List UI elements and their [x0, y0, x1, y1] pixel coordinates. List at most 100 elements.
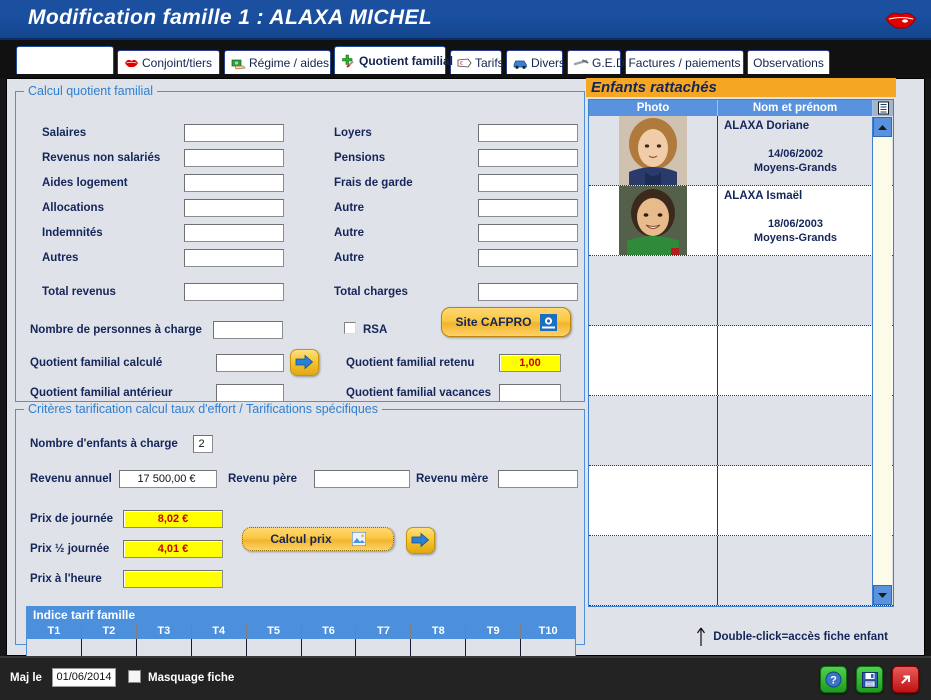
tab-ged[interactable]: G.E.D. [567, 50, 628, 74]
input-autres[interactable] [184, 249, 284, 267]
label-allocations: Allocations [42, 202, 104, 214]
calcul-prix-button[interactable]: Calcul prix [242, 527, 394, 551]
table-row[interactable]: ALAXA Ismaël 18/06/2003 Moyens-Grands [589, 186, 893, 256]
input-maj-date[interactable]: 01/06/2014 [52, 668, 116, 687]
child-photo-doriane [619, 116, 687, 185]
child-info-cell [718, 536, 873, 605]
label-salaires: Salaires [42, 127, 87, 139]
exit-button[interactable] [892, 666, 919, 693]
arrow-right-icon [411, 532, 430, 548]
scroll-down-button[interactable] [873, 585, 892, 605]
tab-label: Factures / paiements [628, 55, 741, 70]
label-total-revenus: Total revenus [42, 286, 116, 298]
tag-icon: € [457, 58, 472, 67]
child-name: ALAXA Ismaël [724, 190, 803, 202]
input-revenu-pere[interactable] [314, 470, 410, 488]
save-button[interactable] [856, 666, 883, 693]
table-row[interactable] [589, 326, 893, 396]
tab-tarifs[interactable]: € Tarifs [450, 50, 504, 74]
clip-icon [574, 59, 589, 65]
indice-col-t7: T7 [356, 624, 412, 639]
input-autre-1[interactable] [478, 199, 578, 217]
checkbox-rsa[interactable] [344, 322, 356, 334]
child-photo-cell [589, 606, 718, 607]
input-frais-de-garde[interactable] [478, 174, 578, 192]
child-info-cell [718, 256, 873, 325]
child-info-cell [718, 466, 873, 535]
label-revenus-non-salaries: Revenus non salariés [42, 152, 161, 164]
label-frais-de-garde: Frais de garde [334, 177, 413, 189]
svg-text:€: € [460, 61, 463, 67]
label-aides-logement: Aides logement [42, 177, 128, 189]
label-quotient-familial-anterieur: Quotient familial antérieur [30, 387, 173, 399]
table-row[interactable] [589, 536, 893, 606]
input-total-revenus[interactable] [184, 283, 284, 301]
scroll-up-button[interactable] [873, 117, 892, 137]
input-prix-de-journee[interactable]: 8,02 € [123, 510, 223, 528]
input-revenu-mere[interactable] [498, 470, 578, 488]
input-total-charges[interactable] [478, 283, 578, 301]
tab-factures-paiements[interactable]: Factures / paiements [625, 50, 744, 74]
tab-divers[interactable]: Divers [506, 50, 565, 74]
enfants-grid-scrollbar[interactable] [872, 117, 892, 605]
label-autre-2: Autre [334, 227, 365, 239]
input-nombre-enfants-a-charge[interactable]: 2 [193, 435, 213, 453]
input-revenus-non-salaries[interactable] [184, 149, 284, 167]
group-legend: Critères tarification calcul taux d'effo… [24, 402, 382, 416]
tab-regime-aides[interactable]: Régime / aides [224, 50, 331, 74]
input-pensions[interactable] [478, 149, 578, 167]
group-criteres-tarification: Critères tarification calcul taux d'effo… [15, 402, 585, 661]
label-prix-demi-journee: Prix ½ journée [30, 543, 110, 555]
input-allocations[interactable] [184, 199, 284, 217]
input-loyers[interactable] [478, 124, 578, 142]
checkbox-masquage-fiche[interactable] [128, 670, 141, 683]
input-salaires[interactable] [184, 124, 284, 142]
child-photo-cell [589, 396, 718, 465]
table-row[interactable] [589, 606, 893, 607]
table-row[interactable] [589, 256, 893, 326]
table-row[interactable] [589, 396, 893, 466]
caf-logo-icon [539, 313, 557, 331]
tab-quotient-familial[interactable]: Quotient familial [334, 46, 453, 74]
transfer-arrow-button[interactable] [290, 349, 319, 376]
help-button[interactable]: ? [820, 666, 847, 693]
enfants-panel-title: Enfants rattachés [586, 78, 896, 97]
tab-label: Conjoint/tiers [142, 55, 213, 70]
input-prix-a-l-heure[interactable] [123, 570, 223, 588]
label-masquage-fiche: Masquage fiche [148, 672, 235, 684]
input-quotient-familial-retenu[interactable]: 1,00 [499, 354, 561, 372]
input-quotient-familial-anterieur[interactable] [216, 384, 284, 402]
input-revenu-annuel[interactable]: 17 500,00 € [119, 470, 217, 488]
input-autre-2[interactable] [478, 224, 578, 242]
input-quotient-familial-vacances[interactable] [499, 384, 561, 402]
tab-observations[interactable]: Observations [747, 50, 830, 74]
input-aides-logement[interactable] [184, 174, 284, 192]
calcul-prix-label: Calcul prix [270, 532, 332, 546]
column-header-nom: Nom et prénom [718, 100, 873, 116]
label-total-charges: Total charges [334, 286, 408, 298]
input-indemnites[interactable] [184, 224, 284, 242]
child-photo-cell [589, 256, 718, 325]
input-quotient-familial-calcule[interactable] [216, 354, 284, 372]
site-cafpro-button[interactable]: Site CAFPRO [441, 307, 571, 337]
table-row[interactable] [589, 466, 893, 536]
table-row[interactable]: ALAXA Doriane 14/06/2002 Moyens-Grands [589, 116, 893, 186]
enfants-grid: Photo Nom et prénom ALAXA Doriane 14/06/… [588, 99, 894, 607]
input-prix-demi-journee[interactable]: 4,01 € [123, 540, 223, 558]
child-group: Moyens-Grands [753, 232, 838, 244]
indice-col-t1: T1 [27, 624, 82, 639]
label-rsa: RSA [363, 324, 388, 336]
site-cafpro-label: Site CAFPRO [455, 315, 532, 329]
group-legend: Calcul quotient familial [24, 84, 158, 98]
child-name: ALAXA Doriane [724, 120, 810, 132]
input-autre-3[interactable] [478, 249, 578, 267]
apply-prix-arrow-button[interactable] [406, 527, 435, 554]
input-nombre-personnes-a-charge[interactable] [213, 321, 283, 339]
child-group: Moyens-Grands [753, 162, 838, 174]
grid-options-button[interactable] [873, 100, 893, 116]
label-pensions: Pensions [334, 152, 386, 164]
label-autre-1: Autre [334, 202, 365, 214]
indice-col-t5: T5 [246, 624, 302, 639]
tab-conjoint-tiers[interactable]: Conjoint/tiers [117, 50, 220, 74]
lips-icon [125, 59, 138, 67]
